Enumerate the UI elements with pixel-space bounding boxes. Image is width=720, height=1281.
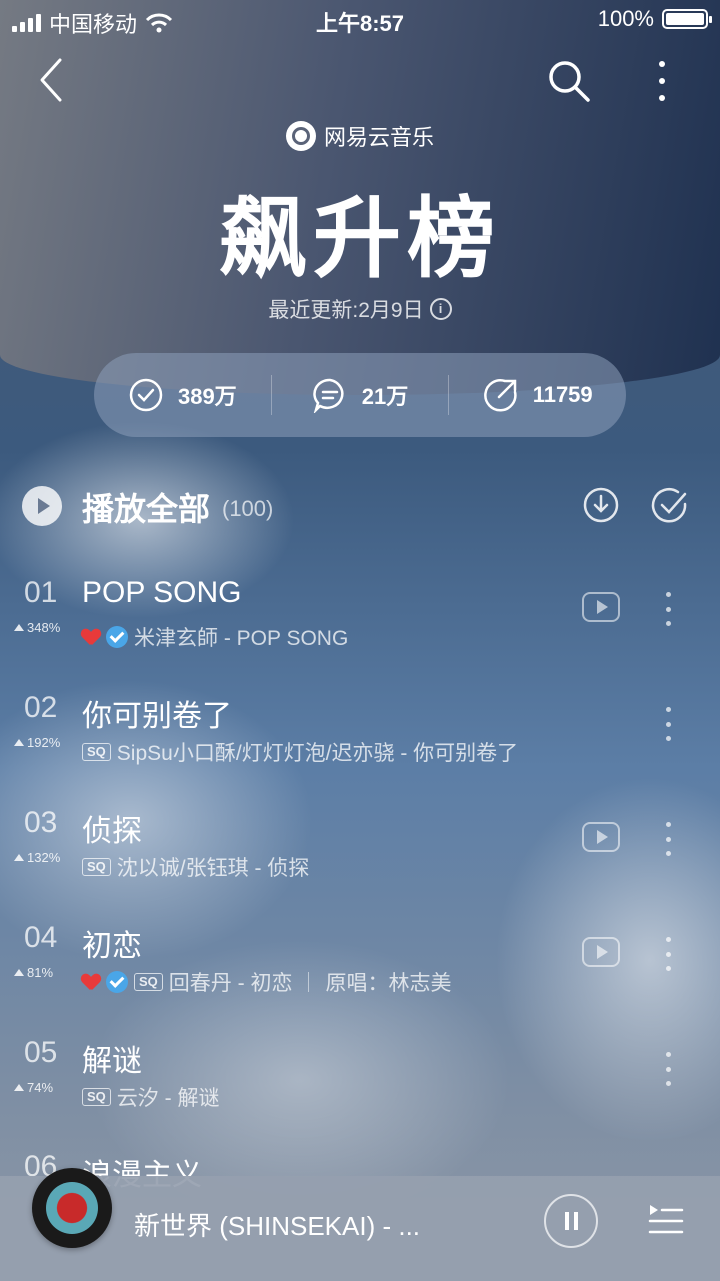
album-disc[interactable] xyxy=(32,1168,112,1248)
verified-icon xyxy=(106,971,128,993)
battery-icon xyxy=(662,9,712,29)
back-icon[interactable] xyxy=(28,56,76,104)
share-icon xyxy=(483,379,517,412)
song-artist-album: 米津玄師 - POP SONG xyxy=(134,627,349,650)
song-meta: SQ SipSu小口酥/灯灯灯泡/迟亦骁 - 你可别卷了 xyxy=(82,737,518,767)
play-all-label[interactable]: 播放全部 xyxy=(82,484,210,530)
song-rank: 04 xyxy=(24,921,58,954)
trend-percent: 192% xyxy=(14,735,60,750)
song-meta: SQ 云汐 - 解谜 xyxy=(82,1082,219,1112)
song-rank: 05 xyxy=(24,1036,58,1069)
sq-badge: SQ xyxy=(82,743,111,761)
original-singer: 原唱：林志美 xyxy=(325,972,452,995)
download-icon[interactable] xyxy=(582,486,620,524)
song-item[interactable]: 04 81% 初恋 SQ 回春丹 - 初恋 原唱：林志美 xyxy=(0,921,720,1021)
mini-player[interactable]: 新世界 (SHINSEKAI) - ... xyxy=(0,1168,720,1281)
verified-icon xyxy=(106,626,128,648)
play-all-count: (100) xyxy=(222,496,274,521)
album-cover xyxy=(46,1182,98,1234)
song-meta: SQ 回春丹 - 初恋 原唱：林志美 xyxy=(82,967,451,997)
song-artist-album: SipSu小口酥/灯灯灯泡/迟亦骁 - 你可别卷了 xyxy=(116,742,519,765)
song-more-icon[interactable] xyxy=(660,1052,676,1086)
comment-count: 21万 xyxy=(361,384,409,409)
mv-icon[interactable] xyxy=(582,592,620,622)
play-all-row[interactable]: 播放全部 (100) xyxy=(0,478,720,538)
song-rank: 03 xyxy=(24,806,58,839)
sq-badge: SQ xyxy=(82,1088,111,1106)
song-more-icon[interactable] xyxy=(660,707,676,741)
stats-bar: 389万 21万 11759 xyxy=(94,353,626,437)
trend-percent: 81% xyxy=(14,965,53,980)
share-button[interactable]: 11759 xyxy=(448,375,626,415)
update-info: 最近更新:2月9日 i xyxy=(0,294,720,324)
info-icon[interactable]: i xyxy=(429,298,452,320)
battery-percent: 100% xyxy=(597,6,654,31)
mv-icon[interactable] xyxy=(582,822,620,852)
search-icon[interactable] xyxy=(544,56,594,106)
song-meta: 米津玄師 - POP SONG xyxy=(82,622,348,652)
meta-divider xyxy=(308,972,310,992)
subscribe-button[interactable]: 389万 xyxy=(94,375,271,415)
song-artist-album: 云汐 - 解谜 xyxy=(116,1087,220,1110)
update-date: 最近更新:2月9日 xyxy=(268,299,424,322)
song-artist-album: 回春丹 - 初恋 xyxy=(168,972,293,995)
song-item[interactable]: 03 132% 侦探 SQ 沈以诚/张钰琪 - 侦探 xyxy=(0,806,720,906)
song-more-icon[interactable] xyxy=(660,592,676,626)
status-bar: 中国移动 上午8:57 100% xyxy=(0,0,720,40)
song-item[interactable]: 01 348% POP SONG 米津玄師 - POP SONG xyxy=(0,576,720,676)
page-title: 飙升榜 xyxy=(218,189,501,288)
heart-icon xyxy=(82,974,100,990)
song-item[interactable]: 02 192% 你可别卷了 SQ SipSu小口酥/灯灯灯泡/迟亦骁 - 你可别… xyxy=(0,691,720,791)
share-count: 11759 xyxy=(532,382,593,407)
sq-badge: SQ xyxy=(82,858,111,876)
trend-percent: 74% xyxy=(14,1080,53,1095)
comment-button[interactable]: 21万 xyxy=(270,375,449,415)
song-title: 你可别卷了 xyxy=(82,700,232,733)
comment-icon xyxy=(313,378,344,413)
subscribe-count: 389万 xyxy=(177,384,237,409)
multi-select-icon[interactable] xyxy=(650,486,690,526)
song-item[interactable]: 05 74% 解谜 SQ 云汐 - 解谜 xyxy=(0,1036,720,1136)
song-meta: SQ 沈以诚/张钰琪 - 侦探 xyxy=(82,852,309,882)
mv-icon[interactable] xyxy=(582,937,620,967)
more-icon[interactable] xyxy=(642,56,682,106)
song-more-icon[interactable] xyxy=(660,822,676,856)
pause-icon[interactable] xyxy=(544,1194,598,1248)
song-artist-album: 沈以诚/张钰琪 - 侦探 xyxy=(116,857,310,880)
song-title: 初恋 xyxy=(82,930,142,963)
brand-name: 网易云音乐 xyxy=(323,125,434,150)
netease-logo-icon xyxy=(285,121,316,151)
song-more-icon[interactable] xyxy=(660,937,676,971)
song-title: 解谜 xyxy=(82,1045,142,1078)
song-rank: 02 xyxy=(24,691,58,724)
song-title: POP SONG xyxy=(82,576,242,609)
song-title: 侦探 xyxy=(82,815,142,848)
trend-percent: 132% xyxy=(14,850,60,865)
playlist-icon[interactable] xyxy=(646,1202,684,1236)
trend-percent: 348% xyxy=(14,620,60,635)
now-playing-title[interactable]: 新世界 (SHINSEKAI) - ... xyxy=(134,1206,420,1243)
subscribe-check-icon xyxy=(129,378,163,412)
brand: 网易云音乐 xyxy=(0,120,720,152)
play-icon[interactable] xyxy=(22,486,62,526)
song-rank: 01 xyxy=(24,576,58,609)
heart-icon xyxy=(82,629,100,645)
sq-badge: SQ xyxy=(134,973,163,991)
